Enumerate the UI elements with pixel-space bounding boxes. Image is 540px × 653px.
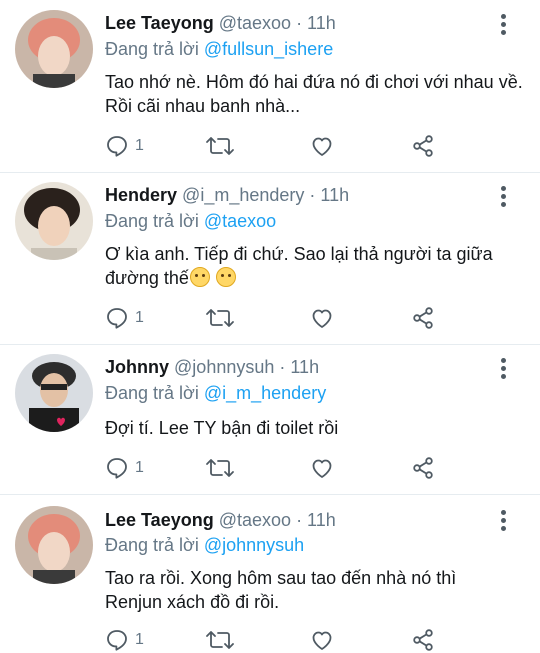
reply-icon	[107, 308, 127, 329]
timestamp[interactable]: · 11h	[296, 510, 336, 530]
handle[interactable]: @taexoo	[219, 13, 291, 33]
more-icon[interactable]	[500, 14, 508, 36]
retweet-button[interactable]	[205, 134, 235, 158]
tweet-header: Lee Taeyong @taexoo · 11h	[105, 509, 336, 531]
tweet-actions: 1	[105, 134, 445, 158]
reply-count: 1	[135, 309, 144, 326]
like-button[interactable]	[310, 456, 334, 480]
share-button[interactable]	[411, 628, 435, 652]
like-icon	[312, 459, 332, 478]
share-icon	[413, 307, 433, 329]
display-name[interactable]: Hendery	[105, 185, 177, 205]
reply-icon	[107, 458, 127, 479]
reply-to-link[interactable]: @i_m_hendery	[204, 383, 326, 403]
tweet-header: Hendery @i_m_hendery · 11h	[105, 184, 349, 206]
retweet-icon	[206, 137, 234, 155]
tweet-header: Johnny @johnnysuh · 11h	[105, 356, 319, 378]
tweet-actions: 1	[105, 628, 445, 652]
handle[interactable]: @taexoo	[219, 510, 291, 530]
retweet-icon	[206, 631, 234, 649]
share-button[interactable]	[411, 306, 435, 330]
reply-context: Đang trả lời @i_m_hendery	[105, 382, 326, 404]
reply-count: 1	[135, 631, 144, 648]
reply-context: Đang trả lời @taexoo	[105, 210, 276, 232]
share-icon	[413, 135, 433, 157]
like-icon	[312, 631, 332, 650]
avatar[interactable]	[15, 354, 93, 432]
teary-face-emoji	[189, 267, 210, 287]
teary-face-emoji	[215, 267, 236, 287]
reply-count: 1	[135, 459, 144, 476]
like-button[interactable]	[310, 628, 334, 652]
timestamp[interactable]: · 11h	[279, 357, 319, 377]
tweet-actions: 1	[105, 456, 445, 480]
reply-count: 1	[135, 137, 144, 154]
reply-to-link[interactable]: @fullsun_ishere	[204, 39, 333, 59]
tweet-3[interactable]: Johnny @johnnysuh · 11h Đang trả lời @i_…	[0, 344, 540, 495]
avatar[interactable]	[15, 10, 93, 88]
tweet-4[interactable]: Lee Taeyong @taexoo · 11h Đang trả lời @…	[0, 494, 540, 653]
avatar[interactable]	[15, 506, 93, 584]
reply-to-link[interactable]: @taexoo	[204, 211, 276, 231]
retweet-button[interactable]	[205, 628, 235, 652]
reply-prefix: Đang trả lời	[105, 383, 199, 403]
tweet-text: Tao nhớ nè. Hôm đó hai đứa nó đi chơi vớ…	[105, 72, 523, 116]
timestamp[interactable]: · 11h	[309, 185, 349, 205]
more-icon[interactable]	[500, 358, 508, 380]
reply-to-link[interactable]: @johnnysuh	[204, 535, 304, 555]
reply-icon	[107, 136, 127, 157]
tweet-2[interactable]: Hendery @i_m_hendery · 11h Đang trả lời …	[0, 172, 540, 345]
timestamp[interactable]: · 11h	[296, 13, 336, 33]
retweet-button[interactable]	[205, 306, 235, 330]
more-icon[interactable]	[500, 510, 508, 532]
more-icon[interactable]	[500, 186, 508, 208]
share-icon	[413, 457, 433, 479]
like-button[interactable]	[310, 306, 334, 330]
tweet-actions: 1	[105, 306, 445, 330]
reply-context: Đang trả lời @fullsun_ishere	[105, 38, 333, 60]
display-name[interactable]: Lee Taeyong	[105, 13, 214, 33]
tweet-text-block: Ơ kìa anh. Tiếp đi chứ. Sao lại thả ngườ…	[105, 242, 525, 290]
like-icon	[312, 137, 332, 156]
tweet-header: Lee Taeyong @taexoo · 11h	[105, 12, 336, 34]
retweet-icon	[206, 459, 234, 477]
retweet-button[interactable]	[205, 456, 235, 480]
display-name[interactable]: Lee Taeyong	[105, 510, 214, 530]
tweet-text: Ơ kìa anh. Tiếp đi chứ. Sao lại thả ngườ…	[105, 244, 493, 288]
reply-icon	[107, 630, 127, 651]
handle[interactable]: @johnnysuh	[174, 357, 274, 377]
share-button[interactable]	[411, 134, 435, 158]
like-button[interactable]	[310, 134, 334, 158]
share-icon	[413, 629, 433, 651]
handle[interactable]: @i_m_hendery	[182, 185, 304, 205]
reply-prefix: Đang trả lời	[105, 535, 199, 555]
reply-button[interactable]: 1	[105, 306, 144, 330]
display-name[interactable]: Johnny	[105, 357, 169, 377]
avatar[interactable]	[15, 182, 93, 260]
reply-button[interactable]: 1	[105, 628, 144, 652]
like-icon	[312, 309, 332, 328]
retweet-icon	[206, 309, 234, 327]
reply-button[interactable]: 1	[105, 134, 144, 158]
reply-prefix: Đang trả lời	[105, 39, 199, 59]
share-button[interactable]	[411, 456, 435, 480]
tweet-text: Đợi tí. Lee TY bận đi toilet rồi	[105, 418, 339, 438]
reply-context: Đang trả lời @johnnysuh	[105, 534, 304, 556]
tweet-text: Tao ra rồi. Xong hôm sau tao đến nhà nó …	[105, 568, 457, 612]
reply-button[interactable]: 1	[105, 456, 144, 480]
reply-prefix: Đang trả lời	[105, 211, 199, 231]
tweet-1[interactable]: Lee Taeyong @taexoo · 11h Đang trả lời @…	[0, 0, 540, 173]
